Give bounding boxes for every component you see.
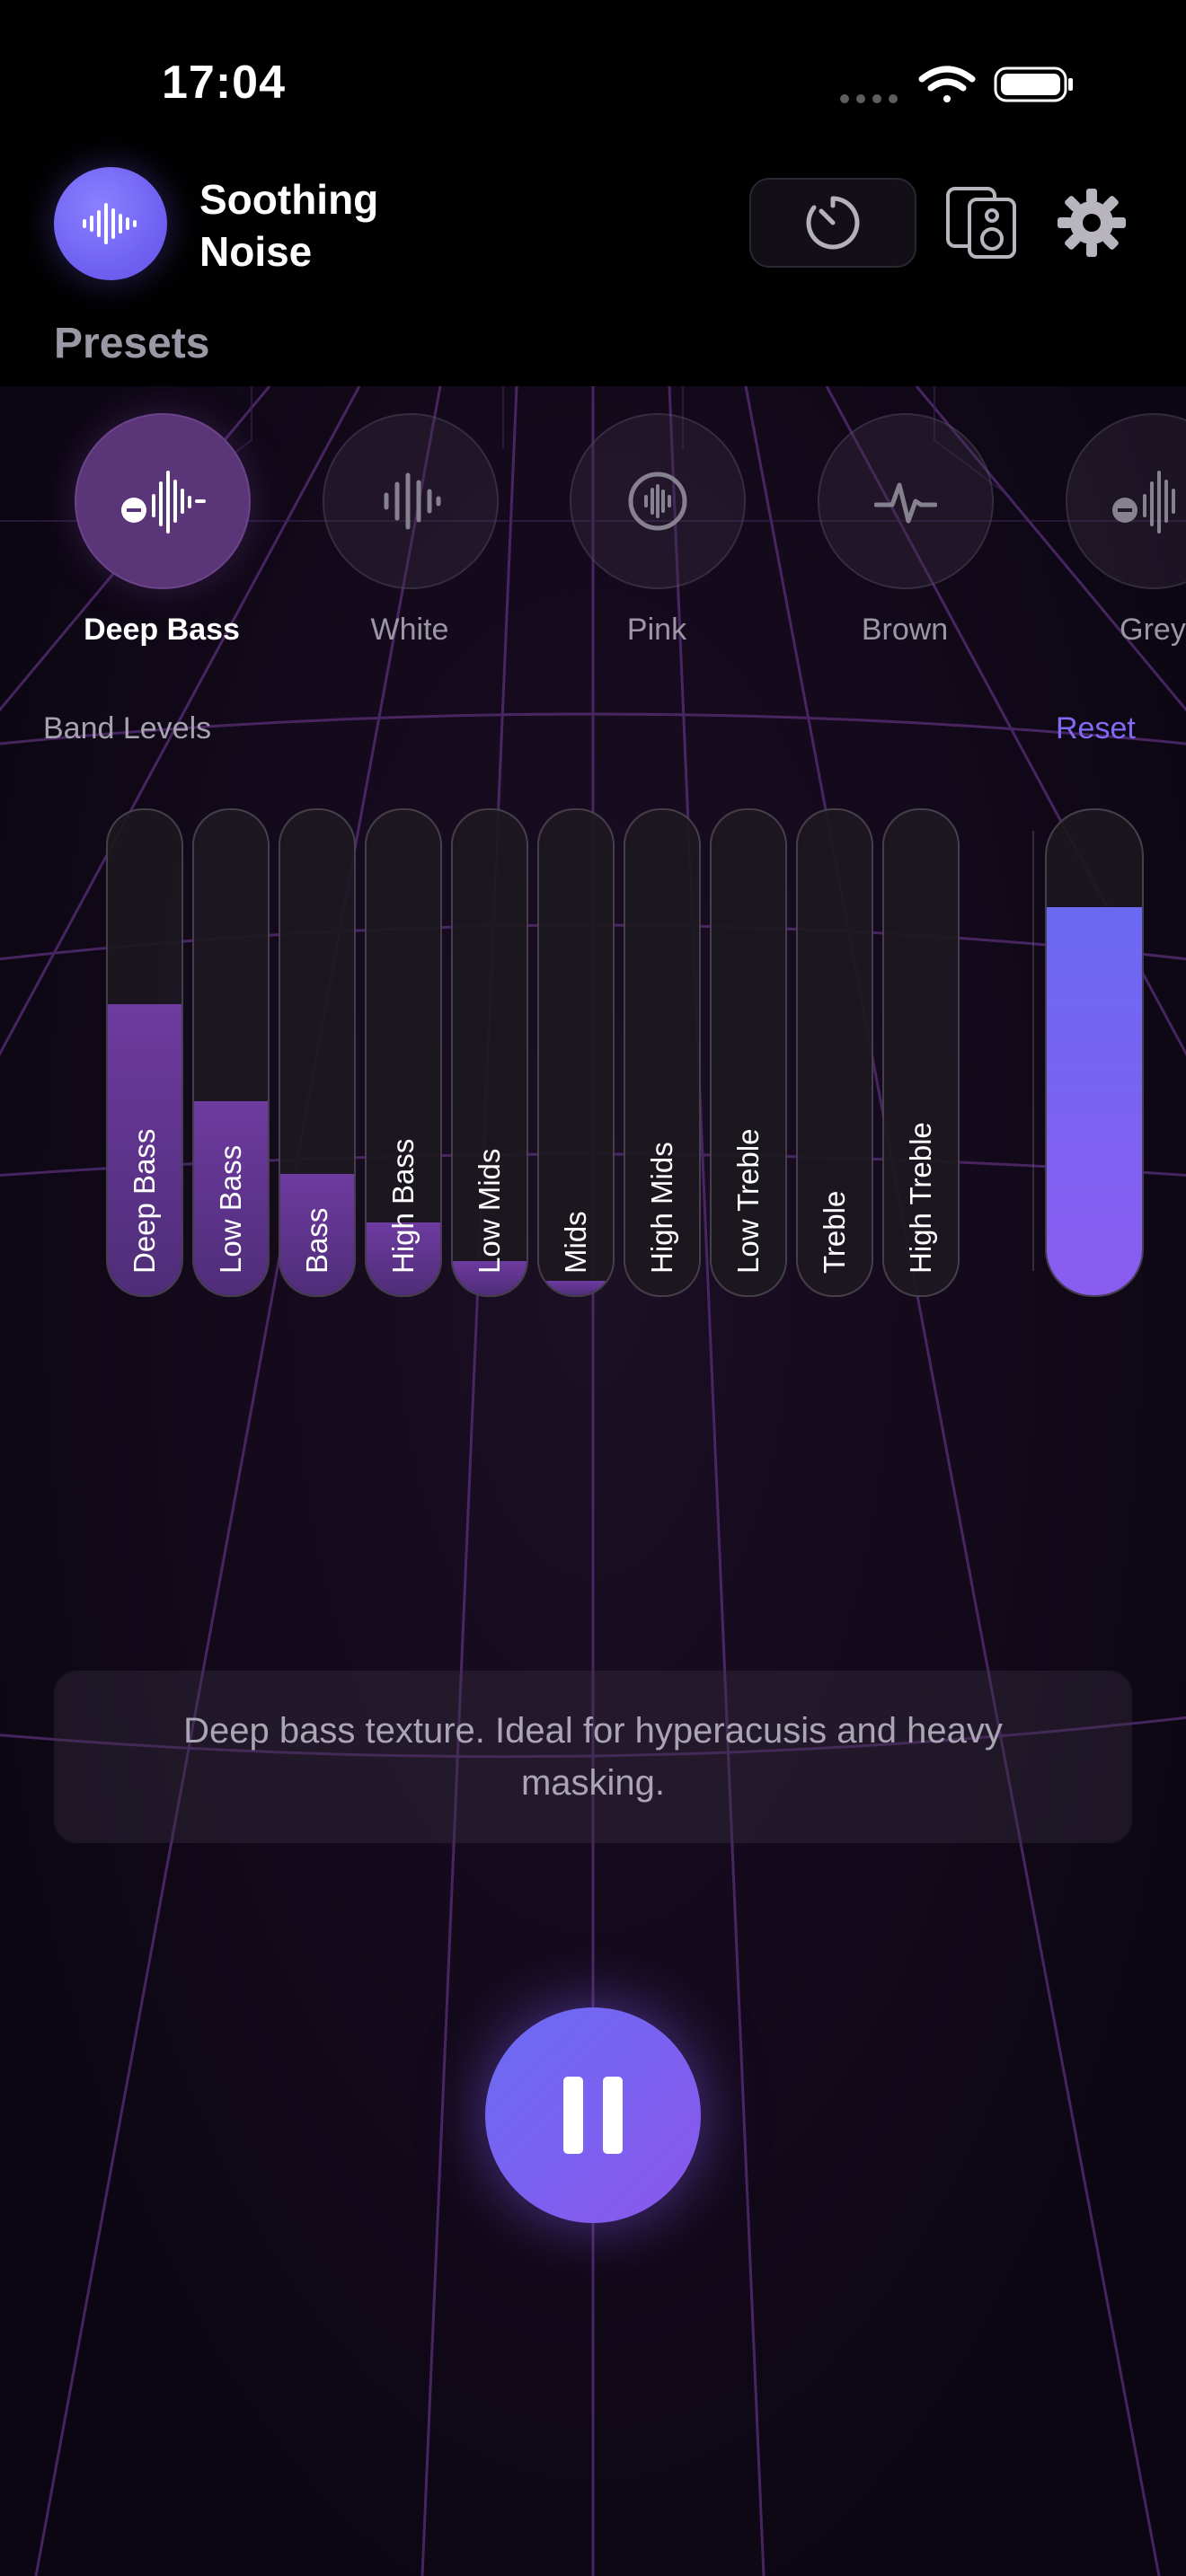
cellular-icon (840, 94, 898, 103)
pause-button[interactable] (485, 2007, 701, 2223)
preset-circle[interactable] (1066, 413, 1186, 589)
sleep-timer-button[interactable] (749, 178, 916, 268)
preset-pink[interactable]: Pink (570, 413, 746, 648)
band-levels-heading: Band Levels (43, 711, 212, 745)
band-level-fill (539, 1280, 613, 1295)
preset-circle[interactable] (818, 413, 994, 589)
preset-brown[interactable]: Brown (818, 413, 994, 648)
preset-label: Brown (861, 613, 949, 647)
speaker-icon (946, 187, 1016, 259)
band-slider[interactable]: Low Mids (451, 808, 528, 1297)
band-label: Low Mids (473, 1148, 506, 1274)
status-time: 17:04 (162, 57, 286, 109)
band-slider[interactable]: Treble (796, 808, 873, 1297)
gear-icon (1058, 189, 1126, 257)
band-label: High Mids (645, 1142, 678, 1274)
status-icons (836, 63, 1078, 108)
band-slider[interactable]: Low Treble (710, 808, 787, 1297)
band-label: Low Bass (214, 1144, 247, 1274)
wifi-icon (918, 66, 976, 102)
pause-icon (563, 2077, 623, 2154)
preset-circle[interactable] (323, 413, 499, 589)
app-title: Soothing Noise (199, 176, 379, 275)
band-label: High Treble (904, 1122, 937, 1274)
preset-label: Pink (626, 613, 687, 647)
preset-grey[interactable]: Grey (1066, 413, 1186, 648)
band-slider[interactable]: High Treble (882, 808, 960, 1297)
band-label: High Bass (386, 1138, 420, 1274)
band-label: Low Treble (731, 1128, 765, 1274)
reset-button[interactable]: Reset (1056, 711, 1136, 746)
preset-white[interactable]: White (323, 413, 499, 648)
timer-icon (806, 196, 860, 250)
divider (1032, 831, 1034, 1271)
presets-heading: Presets (54, 320, 210, 367)
audio-output-button[interactable] (943, 184, 1021, 261)
band-slider[interactable]: Mids (537, 808, 615, 1297)
settings-button[interactable] (1053, 184, 1130, 261)
white-noise-bars-icon (384, 472, 441, 530)
band-slider[interactable]: High Bass (365, 808, 442, 1297)
preset-circle[interactable] (570, 413, 746, 589)
battery-icon (994, 66, 1073, 102)
band-label: Treble (818, 1190, 851, 1274)
band-slider[interactable]: High Mids (624, 808, 701, 1297)
waveform-icon (83, 203, 137, 244)
band-label: Deep Bass (128, 1128, 161, 1274)
preset-label: Deep Bass (84, 613, 240, 647)
preset-deep-bass[interactable]: Deep Bass (75, 413, 251, 648)
master-volume-fill (1047, 907, 1142, 1295)
app-logo (54, 167, 167, 280)
pink-noise-circle-icon (628, 472, 687, 531)
preset-label: White (370, 613, 449, 647)
band-label: Bass (300, 1207, 333, 1274)
band-slider[interactable]: Low Bass (192, 808, 270, 1297)
pulse-icon (874, 482, 937, 524)
band-label: Mids (559, 1211, 592, 1274)
band-slider[interactable]: Deep Bass (106, 808, 183, 1297)
preset-label: Grey (1120, 613, 1186, 647)
deep-bass-waveform-icon (121, 471, 206, 534)
band-slider[interactable]: Bass (279, 808, 356, 1297)
preset-description: Deep bass texture. Ideal for hyperacusis… (183, 1711, 1003, 1803)
grey-noise-icon (1112, 471, 1175, 534)
master-volume-slider[interactable] (1045, 808, 1144, 1297)
preset-circle[interactable] (75, 413, 251, 589)
